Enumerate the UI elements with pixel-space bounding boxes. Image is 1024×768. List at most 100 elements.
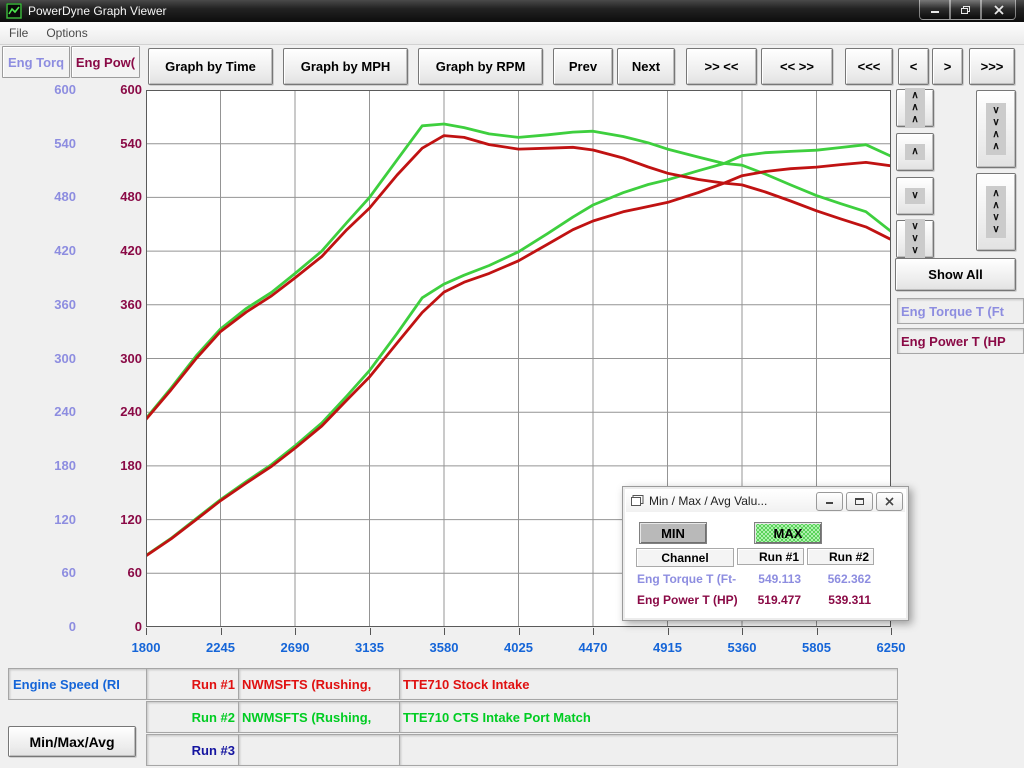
x-axis-tick (444, 628, 445, 635)
y-axis-label-torque: 180 (22, 457, 76, 474)
menu-bar: File Options (0, 22, 1024, 45)
tab-eng-torque[interactable]: Eng Torq (2, 46, 70, 78)
y-scale-down-fast-button[interactable]: ∨ ∨ ∨ (896, 220, 934, 258)
channel-column-header[interactable]: Channel (636, 548, 734, 567)
zoom-in-x-button[interactable]: >> << (686, 48, 757, 85)
y-axis-label-power: 60 (88, 564, 142, 581)
run1-description-box[interactable]: TTE710 Stock Intake (399, 668, 898, 700)
y-axis-label-power: 300 (88, 350, 142, 367)
chevrons-outward-icon: ∧ ∧ ∨ ∨ (986, 186, 1005, 238)
y-axis-label-power: 240 (88, 403, 142, 420)
run2-description-box[interactable]: TTE710 CTS Intake Port Match (399, 701, 898, 733)
minimize-icon[interactable] (919, 0, 950, 20)
min-toggle-button[interactable]: MIN (639, 522, 707, 544)
minmax-close-icon[interactable] (876, 492, 903, 511)
run1-comment-box[interactable]: NWMSFTS (Rushing, (238, 668, 401, 700)
y-axis-label-power: 360 (88, 296, 142, 313)
show-all-button[interactable]: Show All (895, 258, 1016, 291)
y-axis-label-torque: 600 (22, 81, 76, 98)
run2-column-header[interactable]: Run #2 (807, 548, 874, 565)
x-axis-tick (370, 628, 371, 635)
run1-label-box[interactable]: Run #1 (146, 668, 241, 700)
minmax-row-channel: Eng Torque T (Ft- (637, 571, 737, 587)
x-axis-tick (891, 628, 892, 635)
x-axis-tick (519, 628, 520, 635)
y-scale-up-button[interactable]: ∧ (896, 133, 934, 171)
x-axis-label: 6250 (861, 640, 921, 655)
minmax-row-channel: Eng Power T (HP) (637, 592, 747, 608)
tab-eng-power[interactable]: Eng Pow( (71, 46, 140, 78)
minmax-row-run1-value: 549.113 (737, 571, 801, 587)
y-axis-label-torque: 540 (22, 135, 76, 152)
x-axis-label: 5805 (787, 640, 847, 655)
y-axis-label-power: 600 (88, 81, 142, 98)
max-toggle-button[interactable]: MAX (754, 522, 822, 544)
menu-options[interactable]: Options (37, 22, 96, 44)
chevrons-inward-icon: ∨ ∨ ∧ ∧ (986, 103, 1005, 155)
x-axis-tick (221, 628, 222, 635)
y-axis-label-power: 120 (88, 511, 142, 528)
y-axis-label-power: 0 (88, 618, 142, 635)
y-axis-label-torque: 480 (22, 188, 76, 205)
y-axis-label-power: 420 (88, 242, 142, 259)
y-axis-label-torque: 360 (22, 296, 76, 313)
triple-chevron-down-icon: ∨ ∨ ∨ (905, 219, 924, 259)
x-axis-label: 3580 (414, 640, 474, 655)
x-axis-label: 4470 (563, 640, 623, 655)
minmax-window-titlebar[interactable]: Min / Max / Avg Valu... (626, 490, 905, 512)
triple-chevron-up-icon: ∧ ∧ ∧ (905, 88, 924, 128)
minmax-row-run1-value: 519.477 (737, 592, 801, 608)
minmax-row-run2-value: 562.362 (807, 571, 871, 587)
run2-label-box[interactable]: Run #2 (146, 701, 241, 733)
zoom-out-x-button[interactable]: << >> (761, 48, 833, 85)
run3-label-box[interactable]: Run #3 (146, 734, 241, 766)
y-axis-label-power: 540 (88, 135, 142, 152)
channel-box-torque[interactable]: Eng Torque T (Ft (897, 298, 1024, 324)
y-scale-up-fast-button[interactable]: ∧ ∧ ∧ (896, 89, 934, 127)
y-axis-label-torque: 240 (22, 403, 76, 420)
chevron-down-icon: ∨ (905, 188, 924, 204)
y-zoom-in-button[interactable]: ∨ ∨ ∧ ∧ (976, 90, 1016, 168)
y-axis-label-torque: 0 (22, 618, 76, 635)
x-axis-label: 3135 (340, 640, 400, 655)
x-axis-label: 2245 (191, 640, 251, 655)
scroll-right-full-button[interactable]: >>> (969, 48, 1015, 85)
run3-comment-box[interactable] (238, 734, 401, 766)
menu-file[interactable]: File (0, 22, 37, 44)
run3-description-box[interactable] (399, 734, 898, 766)
minmax-maximize-icon[interactable] (846, 492, 873, 511)
powerdyne-window: PowerDyne Graph Viewer File Options Eng … (0, 0, 1024, 768)
minmax-window-title: Min / Max / Avg Valu... (649, 494, 813, 508)
minmaxavg-button[interactable]: Min/Max/Avg (8, 726, 136, 757)
x-axis-label: 2690 (265, 640, 325, 655)
x-axis-tick (668, 628, 669, 635)
run2-comment-box[interactable]: NWMSFTS (Rushing, (238, 701, 401, 733)
close-icon[interactable] (981, 0, 1016, 20)
x-axis-tick (146, 628, 147, 635)
x-axis-channel-box[interactable]: Engine Speed (RI (8, 668, 148, 700)
graph-by-time-button[interactable]: Graph by Time (148, 48, 273, 85)
channel-box-power[interactable]: Eng Power T (HP (897, 328, 1024, 354)
y-axis-label-power: 480 (88, 188, 142, 205)
scroll-left-full-button[interactable]: <<< (845, 48, 893, 85)
graph-by-mph-button[interactable]: Graph by MPH (283, 48, 408, 85)
scroll-right-button[interactable]: > (932, 48, 963, 85)
next-button[interactable]: Next (617, 48, 675, 85)
app-icon (6, 3, 22, 19)
caption-buttons (919, 0, 1016, 19)
title-bar: PowerDyne Graph Viewer (0, 0, 1024, 22)
y-axis-label-torque: 60 (22, 564, 76, 581)
prev-button[interactable]: Prev (553, 48, 613, 85)
y-scale-down-button[interactable]: ∨ (896, 177, 934, 215)
tab-eng-power-label: Eng Pow( (76, 55, 135, 70)
run1-column-header[interactable]: Run #1 (737, 548, 804, 565)
minmax-minimize-icon[interactable] (816, 492, 843, 511)
minmax-row-run2-value: 539.311 (807, 592, 871, 608)
graph-by-rpm-button[interactable]: Graph by RPM (418, 48, 543, 85)
y-axis-label-torque: 300 (22, 350, 76, 367)
restore-icon[interactable] (950, 0, 981, 20)
y-zoom-out-button[interactable]: ∧ ∧ ∨ ∨ (976, 173, 1016, 251)
scroll-left-button[interactable]: < (898, 48, 929, 85)
x-axis-tick (295, 628, 296, 635)
x-axis-label: 4025 (489, 640, 549, 655)
